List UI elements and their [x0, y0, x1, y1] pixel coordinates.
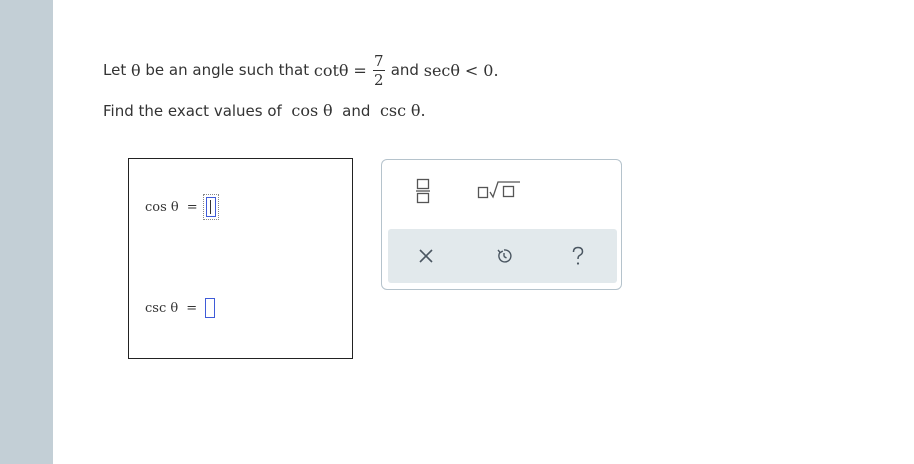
equals-sign: = [186, 199, 198, 215]
be-angle-text: be an angle such that [145, 61, 310, 79]
theta-symbol: θ [338, 60, 349, 80]
sec-label: sec [423, 60, 451, 80]
question-line-2: Find the exact values of cos θ and csc θ… [103, 101, 426, 120]
csc-label: csc [379, 101, 407, 120]
question-line-1: Let θ be an angle such that cot θ = 7 2 … [103, 40, 499, 100]
find-text: Find the exact values of [103, 102, 282, 120]
fraction-icon [416, 178, 430, 204]
theta-symbol: θ [130, 60, 141, 80]
help-icon [572, 246, 584, 265]
theta-symbol: θ [450, 60, 461, 80]
and-text: and [342, 102, 371, 120]
clear-button[interactable] [411, 242, 441, 270]
theta-symbol: θ [410, 101, 421, 120]
cos-answer-label: cos θ [145, 199, 179, 215]
undo-button[interactable] [489, 242, 519, 270]
fraction-numerator: 7 [373, 51, 384, 70]
let-text: Let [103, 61, 127, 79]
cos-answer-input[interactable] [202, 194, 219, 220]
csc-answer-input[interactable] [205, 298, 216, 318]
cot-label: cot [313, 60, 339, 80]
period: . [420, 101, 426, 120]
and-text: and [390, 61, 419, 79]
square-root-icon [477, 181, 520, 199]
theta-symbol: θ [322, 101, 333, 120]
help-button[interactable] [563, 242, 593, 270]
close-icon [419, 249, 433, 263]
left-sidebar-strip [0, 0, 53, 464]
square-root-button[interactable] [477, 181, 521, 203]
csc-answer-row: csc θ = [145, 298, 216, 318]
fraction-denominator: 2 [373, 70, 384, 89]
math-palette [381, 159, 622, 290]
answer-box: cos θ = csc θ = [128, 158, 353, 359]
equals-sign: = [353, 60, 367, 80]
csc-answer-label: csc θ [145, 300, 179, 316]
less-than-zero: < 0. [464, 60, 499, 80]
fraction-button[interactable] [416, 178, 430, 208]
palette-actions [388, 229, 617, 283]
undo-icon [497, 249, 512, 263]
cos-label: cos [291, 101, 319, 120]
cos-answer-row: cos θ = [145, 194, 219, 220]
equals-sign: = [186, 300, 198, 316]
fraction-seven-halves: 7 2 [372, 51, 385, 89]
